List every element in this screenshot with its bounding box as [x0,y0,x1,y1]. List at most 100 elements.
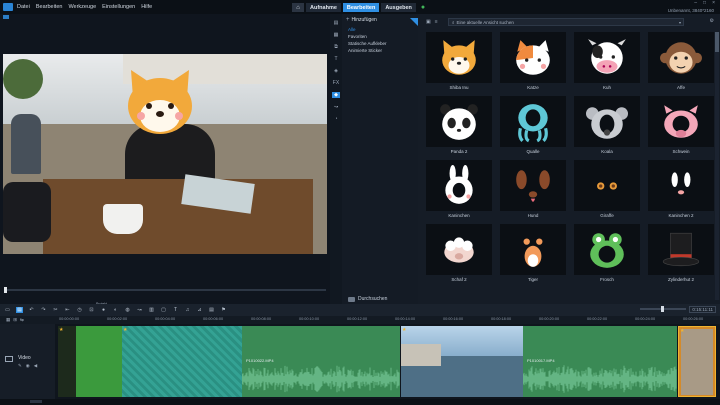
audio-waveform [523,365,677,393]
speed-icon[interactable]: ◷ [76,307,83,313]
sticker-tile-kaninchen[interactable]: Kaninchen [426,160,492,218]
crop-icon[interactable]: ⊡ [88,307,95,313]
sticker-tile-hund[interactable]: Hund [500,160,566,218]
scrub-handle[interactable] [4,287,7,293]
color-icon[interactable]: ◍ [124,307,131,313]
template-icon[interactable]: ▦ [332,32,340,38]
chevron-down-icon[interactable]: ▾ [679,20,681,25]
sticker-tile-schaf[interactable]: Schaf 2 [426,224,492,282]
zoom-knob[interactable] [661,306,664,312]
tab-bearbeiten[interactable]: Bearbeiten [342,3,380,12]
screen-icon[interactable]: ▢ [160,307,167,313]
mask-icon[interactable]: ◐ [112,307,119,313]
scene-plant [3,59,43,99]
menu-item-bearbeiten[interactable]: Bearbeiten [36,4,63,10]
undo-icon[interactable]: ↶ [28,307,35,313]
scrub-bar[interactable] [4,289,326,291]
timeline-tracks: Video ✎ ◉ ◀ ★ ★ P1010022.MP4 ★ P1010017.… [0,324,720,399]
folder-view-icon[interactable]: ▣ [426,19,431,25]
split-icon[interactable]: ✂ [52,307,59,313]
menu-item-hilfe[interactable]: Hilfe [141,4,152,10]
redo-icon[interactable]: ↷ [40,307,47,313]
tree-item-favoriten[interactable]: Favoriten [342,33,418,40]
sticker-tile-kaninchen2[interactable]: Kaninchen 2 [648,160,714,218]
list-view-icon[interactable]: ≡ [435,19,438,25]
menu-item-werkzeuge[interactable]: Werkzeuge [68,4,96,10]
tree-header[interactable]: + Hinzufügen [342,14,418,26]
sticker-tile-affe[interactable]: Affe [648,32,714,90]
tab-aufnahme[interactable]: Aufnahme [306,3,341,12]
sticker-tile-schwein[interactable]: Schwein [648,96,714,154]
minimize-button[interactable]: – [694,0,697,6]
zoom-timecode[interactable]: 0:15:11:11 [689,306,716,313]
sticker-label: Kuh [602,85,611,90]
upload-icon[interactable]: ● [421,4,425,11]
transition-icon[interactable]: ⧉ [332,44,340,50]
graphics-icon[interactable]: ◈ [332,68,340,74]
eye-icon[interactable]: ◉ [26,363,30,369]
path-icon[interactable]: ↝ [332,104,340,110]
sticker-tile-koala[interactable]: Koala [574,96,640,154]
clip-video-1[interactable]: ★ P1010022.MP4 [122,326,400,397]
chapter-icon[interactable]: ⚑ [220,307,227,313]
sticker-tile-frosch[interactable]: Frosch [574,224,640,282]
clip-video-2[interactable]: ★ P1010017.MP4 [401,326,677,397]
track-height-slider[interactable] [30,400,42,403]
scrollbar[interactable] [715,32,719,300]
preview-frame[interactable] [3,54,327,254]
close-button[interactable]: × [712,0,715,6]
lock-icon[interactable]: ⊞ [13,317,17,323]
settings-icon[interactable]: ⚙ [710,18,714,24]
split-screen-icon[interactable]: ▥ [148,307,155,313]
fx-icon[interactable]: FX [332,80,340,86]
clip-greenscreen[interactable]: ★ [58,326,122,397]
timeline-view-icon[interactable]: ▤ [16,307,23,313]
clip-video-3[interactable]: ★ [678,326,716,397]
shiba-icon [426,32,492,83]
clip-edge [58,326,76,397]
sticker-tile-qualle[interactable]: Qualle [500,96,566,154]
project-info: Unbenannt, 3840*2160 [667,8,714,13]
audio-mix-icon[interactable]: ♫ [184,307,191,313]
audio-icon[interactable]: ◔ [332,116,340,122]
library-panel: ▤ ▦ ⧉ T ◈ FX ◆ ↝ ◔ + Hinzufügen Alle Fav… [330,14,720,304]
tree-item-animierte[interactable]: Animierte Sticker [342,47,418,54]
media-icon[interactable]: ▤ [332,20,340,26]
motion-icon[interactable]: ↝ [136,307,143,313]
shiba-sticker-overlay[interactable] [125,68,195,136]
tab-ausgeben[interactable]: Ausgeben [381,3,416,12]
browse-button[interactable]: Durchsuchen [348,296,387,302]
expand-icon[interactable] [3,15,9,19]
edit-icon[interactable]: ✎ [18,363,22,369]
menu-item-einstellungen[interactable]: Einstellungen [102,4,135,10]
sticker-tile-kuh[interactable]: Kuh [574,32,640,90]
tree-item-alle[interactable]: Alle [342,26,418,33]
trim-icon[interactable]: ⇤ [64,307,71,313]
mute-icon[interactable]: ◀ [34,363,37,369]
timeline-ruler[interactable]: ▦ ⊞ ⇆ 00:00:00:00 00:00:02:00 00:00:04:00 0… [0,316,720,324]
sticker-tile-katze[interactable]: Katze [500,32,566,90]
sticker-tile-giraffe[interactable]: Giraffe [574,160,640,218]
maximize-button[interactable]: □ [703,0,706,6]
tree-item-statische[interactable]: Statische Aufkleber [342,40,418,47]
sticker-tile-panda[interactable]: Panda 2 [426,96,492,154]
sync-icon[interactable]: ⇆ [20,317,24,323]
sticker-tile-hut[interactable]: Zylinderhut 2 [648,224,714,282]
hut-icon [648,224,714,275]
search-input[interactable]: ⌕ Eine aktuelle Ansicht suchen ▾ [448,18,684,26]
sticker-icon[interactable]: ◆ [332,92,340,98]
track-manager-icon[interactable]: ▦ [6,317,10,323]
scrollbar-thumb[interactable] [715,32,719,52]
add-icon[interactable]: + [346,17,350,23]
subtitle-icon[interactable]: ▤ [208,307,215,313]
title-icon[interactable]: T [332,56,340,62]
sticker-tile-shiba[interactable]: Shiba Inu [426,32,492,90]
text-icon[interactable]: T [172,307,179,313]
record-icon[interactable]: ● [100,307,107,313]
home-icon[interactable]: ⌂ [292,3,304,12]
sticker-tile-tiger[interactable]: Tiger [500,224,566,282]
storyboard-view-icon[interactable]: ▭ [4,307,11,313]
menu-item-datei[interactable]: Datei [17,4,30,10]
ruler-tick: 00:00:02:00 [107,317,128,321]
ducking-icon[interactable]: ⊿ [196,307,203,313]
